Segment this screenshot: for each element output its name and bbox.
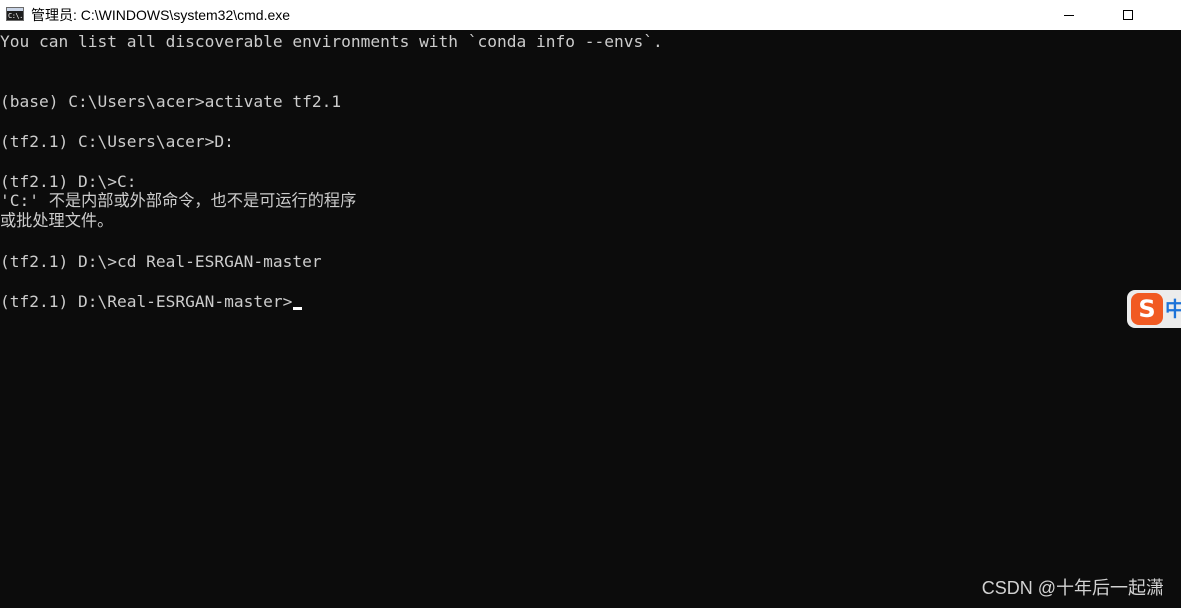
cmd-icon[interactable]: C:\. [6, 7, 24, 21]
console-line: 或批处理文件。 [0, 211, 114, 230]
console-line: You can list all discoverable environmen… [0, 32, 663, 51]
console-line: 'C:' 不是内部或外部命令，也不是可运行的程序 [0, 191, 357, 210]
console-line: (tf2.1) D:\>C: [0, 172, 137, 191]
console-line: (tf2.1) D:\>cd Real-ESRGAN-master [0, 252, 322, 271]
cmd-window: C:\. 管理员: C:\WINDOWS\system32\cmd.exe Yo… [0, 0, 1181, 608]
maximize-button[interactable] [1105, 0, 1151, 30]
watermark: CSDN @十年后一起潇 [981, 578, 1164, 598]
console-line: (tf2.1) C:\Users\acer>D: [0, 132, 234, 151]
console-line: (base) C:\Users\acer>activate tf2.1 [0, 92, 342, 111]
minimize-button[interactable] [1046, 0, 1092, 30]
ime-mode-label: 中 [1165, 297, 1181, 321]
minimize-icon [1064, 15, 1074, 16]
console-prompt-line: (tf2.1) D:\Real-ESRGAN-master> [0, 292, 303, 312]
window-title: 管理员: C:\WINDOWS\system32\cmd.exe [31, 7, 291, 23]
maximize-icon [1123, 10, 1133, 20]
console-prompt: (tf2.1) D:\Real-ESRGAN-master> [0, 292, 293, 311]
sogou-ime-icon[interactable]: S 中 [1127, 290, 1181, 328]
console-output[interactable]: You can list all discoverable environmen… [0, 31, 1181, 608]
title-bar[interactable]: C:\. 管理员: C:\WINDOWS\system32\cmd.exe [0, 0, 1181, 30]
text-cursor [293, 307, 303, 310]
ime-logo: S [1131, 293, 1163, 325]
